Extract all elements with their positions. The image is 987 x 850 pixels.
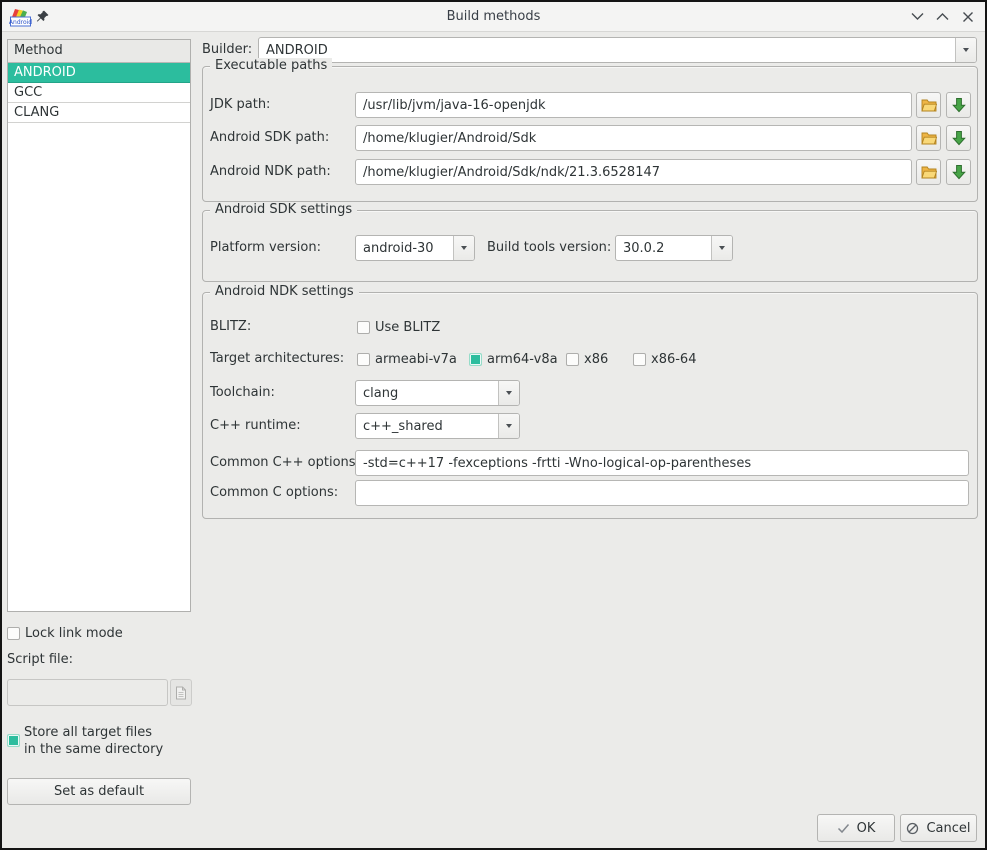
cpp-options-label: Common C++ options: <box>210 450 360 476</box>
titlebar: Android Build methods <box>2 2 985 32</box>
cancel-icon <box>906 822 919 835</box>
jdk-apply-button[interactable] <box>946 92 971 118</box>
document-icon <box>175 686 187 700</box>
window-title: Build methods <box>2 2 985 31</box>
toolchain-value: clang <box>356 381 498 405</box>
build-tools-value: 30.0.2 <box>616 236 711 260</box>
jdk-browse-button[interactable] <box>916 92 941 118</box>
platform-version-value: android-30 <box>356 236 453 260</box>
arch-x86-checkbox[interactable]: x86 <box>566 346 608 372</box>
ok-button[interactable]: OK <box>817 814 895 842</box>
jdk-path-input[interactable] <box>355 92 912 118</box>
chevron-down-icon[interactable] <box>453 236 474 260</box>
folder-icon <box>921 165 937 179</box>
arch-arm64-label: arm64-v8a <box>487 352 558 367</box>
sdk-browse-button[interactable] <box>916 125 941 151</box>
builder-combobox[interactable]: ANDROID <box>258 37 977 63</box>
checkbox-box[interactable] <box>357 321 370 334</box>
folder-icon <box>921 98 937 112</box>
store-target-files-checkbox[interactable] <box>7 734 20 747</box>
arch-x86-64-label: x86-64 <box>651 352 696 367</box>
arch-armeabi-checkbox[interactable]: armeabi-v7a <box>357 346 457 372</box>
build-tools-label: Build tools version: <box>487 235 611 261</box>
chevron-down-icon[interactable] <box>711 236 732 260</box>
set-as-default-label: Set as default <box>54 784 144 799</box>
down-arrow-icon <box>952 164 966 180</box>
cancel-label: Cancel <box>926 821 970 836</box>
cpp-runtime-value: c++_shared <box>356 414 498 438</box>
checkbox-box[interactable] <box>7 627 20 640</box>
chevron-down-icon[interactable] <box>955 38 976 62</box>
sdk-path-label: Android SDK path: <box>210 125 329 151</box>
build-tools-combobox[interactable]: 30.0.2 <box>615 235 733 261</box>
checkbox-box[interactable] <box>633 353 646 366</box>
use-blitz-label: Use BLITZ <box>375 320 440 335</box>
down-arrow-icon <box>952 130 966 146</box>
ndk-browse-button[interactable] <box>916 159 941 185</box>
script-browse-button[interactable] <box>170 679 192 706</box>
sdk-settings-title: Android SDK settings <box>210 202 357 218</box>
shade-icon[interactable] <box>905 2 929 31</box>
sdk-apply-button[interactable] <box>946 125 971 151</box>
lock-link-mode-label: Lock link mode <box>25 626 123 641</box>
script-file-label: Script file: <box>7 647 73 673</box>
method-list-header[interactable]: Method <box>8 40 190 63</box>
target-arch-label: Target architectures: <box>210 346 344 372</box>
store-target-files-line1: Store all target files <box>24 724 163 741</box>
cpp-runtime-label: C++ runtime: <box>210 413 301 439</box>
chevron-down-icon[interactable] <box>498 414 519 438</box>
toolchain-combobox[interactable]: clang <box>355 380 520 406</box>
arch-x86-64-checkbox[interactable]: x86-64 <box>633 346 696 372</box>
unshade-icon[interactable] <box>930 2 954 31</box>
c-options-input[interactable] <box>355 480 969 506</box>
c-options-label: Common C options: <box>210 480 338 506</box>
use-blitz-checkbox[interactable]: Use BLITZ <box>357 314 440 340</box>
check-icon <box>837 823 850 834</box>
blitz-label: BLITZ: <box>210 314 251 340</box>
checkbox-box[interactable] <box>566 353 579 366</box>
cancel-button[interactable]: Cancel <box>900 814 977 842</box>
ndk-path-label: Android NDK path: <box>210 159 331 185</box>
method-list: Method ANDROID GCC CLANG <box>7 39 191 612</box>
arch-armeabi-label: armeabi-v7a <box>375 352 457 367</box>
ndk-settings-title: Android NDK settings <box>210 284 359 300</box>
set-as-default-button[interactable]: Set as default <box>7 778 191 805</box>
cpp-runtime-combobox[interactable]: c++_shared <box>355 413 520 439</box>
executable-paths-title: Executable paths <box>210 58 332 74</box>
arch-x86-label: x86 <box>584 352 608 367</box>
folder-icon <box>921 131 937 145</box>
platform-version-combobox[interactable]: android-30 <box>355 235 475 261</box>
method-item-gcc[interactable]: GCC <box>8 83 190 103</box>
arch-arm64-checkbox[interactable]: arm64-v8a <box>469 346 558 372</box>
checkbox-box[interactable] <box>357 353 370 366</box>
toolchain-label: Toolchain: <box>210 380 275 406</box>
chevron-down-icon[interactable] <box>498 381 519 405</box>
sdk-path-input[interactable] <box>355 125 912 151</box>
store-target-files-label: Store all target files in the same direc… <box>24 724 163 758</box>
down-arrow-icon <box>952 97 966 113</box>
jdk-path-label: JDK path: <box>210 92 270 118</box>
script-file-input[interactable] <box>7 679 168 706</box>
builder-value: ANDROID <box>259 38 955 62</box>
checkbox-box[interactable] <box>469 353 482 366</box>
lock-link-mode-checkbox[interactable]: Lock link mode <box>7 620 123 646</box>
method-item-clang[interactable]: CLANG <box>8 103 190 123</box>
cpp-options-input[interactable] <box>355 450 969 476</box>
ndk-path-input[interactable] <box>355 159 912 185</box>
close-icon[interactable] <box>956 2 980 31</box>
method-item-android[interactable]: ANDROID <box>8 63 190 83</box>
ok-label: OK <box>857 821 876 836</box>
store-target-files-line2: in the same directory <box>24 741 163 758</box>
ndk-apply-button[interactable] <box>946 159 971 185</box>
platform-version-label: Platform version: <box>210 235 321 261</box>
build-methods-dialog: Android Build methods Method ANDROID GCC… <box>0 0 987 850</box>
